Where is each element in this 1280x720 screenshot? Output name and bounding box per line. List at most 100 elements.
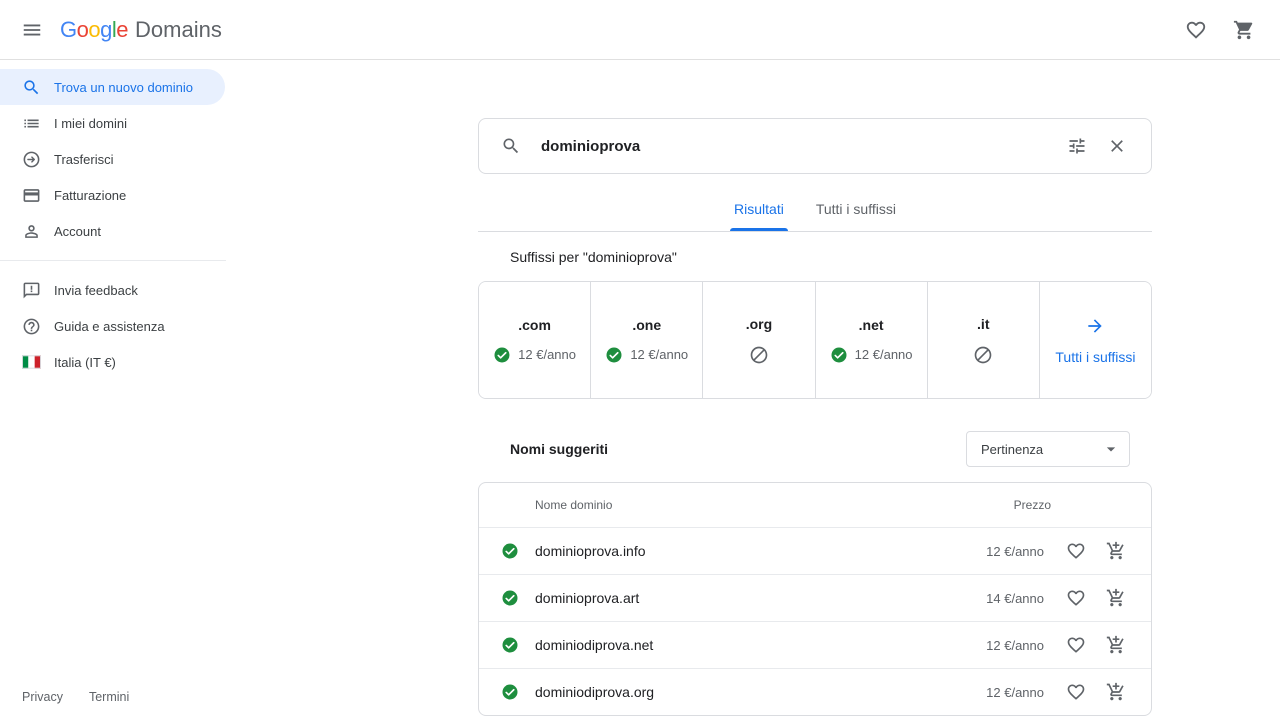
heart-icon — [1066, 588, 1086, 608]
available-check-icon — [501, 589, 519, 607]
table-row[interactable]: dominioprova.info 12 €/anno — [479, 527, 1151, 574]
favorite-domain-button[interactable] — [1056, 672, 1096, 712]
add-cart-icon — [1106, 588, 1126, 608]
domain-name: dominiodiprova.net — [535, 637, 986, 653]
tld-label: .org — [746, 316, 772, 332]
available-check-icon — [501, 636, 519, 654]
privacy-link[interactable]: Privacy — [22, 690, 63, 704]
results-tabs: Risultati Tutti i suffissi — [478, 174, 1152, 232]
sidebar: Trova un nuovo dominio I miei domini Tra… — [0, 60, 226, 720]
domain-price: 12 €/anno — [986, 544, 1044, 559]
logo-letter: e — [116, 17, 128, 43]
sidebar-item-my-domains[interactable]: I miei domini — [0, 105, 225, 141]
add-cart-icon — [1106, 682, 1126, 702]
add-cart-icon — [1106, 635, 1126, 655]
available-check-icon — [830, 346, 848, 364]
sidebar-item-label: Fatturazione — [54, 188, 126, 203]
heart-icon — [1185, 19, 1207, 41]
google-domains-logo[interactable]: G o o g l e Domains — [60, 17, 222, 43]
transfer-icon — [22, 150, 41, 169]
add-cart-icon — [1106, 541, 1126, 561]
tld-label: .com — [518, 317, 551, 333]
table-header: Nome dominio Prezzo — [479, 483, 1151, 527]
tld-label: .one — [632, 317, 661, 333]
add-to-cart-button[interactable] — [1096, 672, 1136, 712]
sidebar-item-help[interactable]: Guida e assistenza — [0, 308, 225, 344]
suffix-card-net[interactable]: .net 12 €/anno — [816, 282, 928, 398]
add-to-cart-button[interactable] — [1096, 531, 1136, 571]
main-content: Risultati Tutti i suffissi Suffissi per … — [478, 60, 1152, 716]
column-header-price: Prezzo — [1014, 498, 1051, 512]
search-input[interactable] — [541, 138, 1057, 155]
suggested-domains-table: Nome dominio Prezzo dominioprova.info 12… — [478, 482, 1152, 716]
unavailable-icon — [749, 345, 769, 365]
suffix-cards: .com 12 €/anno .one 12 €/anno .org .net … — [478, 281, 1152, 399]
heart-icon — [1066, 541, 1086, 561]
logo-letter: o — [77, 17, 89, 43]
available-check-icon — [493, 346, 511, 364]
sidebar-item-send-feedback[interactable]: Invia feedback — [0, 272, 225, 308]
add-to-cart-button[interactable] — [1096, 625, 1136, 665]
sidebar-item-locale[interactable]: Italia (IT €) — [0, 344, 225, 380]
unavailable-icon — [973, 345, 993, 365]
sort-selected-value: Pertinenza — [981, 442, 1043, 457]
table-row[interactable]: dominioprova.art 14 €/anno — [479, 574, 1151, 621]
sidebar-item-label: Account — [54, 224, 101, 239]
heart-icon — [1066, 635, 1086, 655]
sidebar-divider — [0, 260, 226, 261]
close-icon — [1107, 136, 1127, 156]
sidebar-item-label: Trova un nuovo dominio — [54, 80, 193, 95]
available-check-icon — [501, 542, 519, 560]
arrow-forward-icon — [1085, 316, 1105, 336]
all-suffixes-link[interactable]: Tutti i suffissi — [1040, 282, 1151, 398]
sidebar-footer: Privacy Termini — [22, 690, 129, 704]
person-icon — [22, 222, 41, 241]
search-icon — [22, 78, 41, 97]
tab-results[interactable]: Risultati — [718, 187, 800, 231]
feedback-icon — [22, 281, 41, 300]
suffix-card-it[interactable]: .it — [928, 282, 1040, 398]
favorite-domain-button[interactable] — [1056, 578, 1096, 618]
clear-search-button[interactable] — [1097, 126, 1137, 166]
available-check-icon — [501, 683, 519, 701]
tld-label: .net — [859, 317, 884, 333]
suggestions-heading: Nomi suggeriti — [510, 441, 608, 457]
cart-button[interactable] — [1224, 10, 1264, 50]
logo-letter: o — [88, 17, 100, 43]
sidebar-item-label: Trasferisci — [54, 152, 113, 167]
suffix-card-com[interactable]: .com 12 €/anno — [479, 282, 591, 398]
terms-link[interactable]: Termini — [89, 690, 129, 704]
list-icon — [22, 114, 41, 133]
tab-all-suffixes[interactable]: Tutti i suffissi — [800, 187, 912, 231]
suffix-card-org[interactable]: .org — [703, 282, 815, 398]
tld-price: 12 €/anno — [630, 347, 688, 362]
suggestions-header: Nomi suggeriti Pertinenza — [478, 431, 1152, 467]
tld-price: 12 €/anno — [855, 347, 913, 362]
domain-search-box — [478, 118, 1152, 174]
tld-label: .it — [977, 316, 989, 332]
filter-button[interactable] — [1057, 126, 1097, 166]
sort-dropdown[interactable]: Pertinenza — [966, 431, 1130, 467]
menu-button[interactable] — [12, 10, 52, 50]
add-to-cart-button[interactable] — [1096, 578, 1136, 618]
logo-letter: g — [100, 17, 112, 43]
domain-price: 14 €/anno — [986, 591, 1044, 606]
table-row[interactable]: dominiodiprova.org 12 €/anno — [479, 668, 1151, 715]
favorites-button[interactable] — [1176, 10, 1216, 50]
sidebar-item-billing[interactable]: Fatturazione — [0, 177, 225, 213]
domain-name: dominioprova.art — [535, 590, 986, 606]
sidebar-item-transfer[interactable]: Trasferisci — [0, 141, 225, 177]
table-row[interactable]: dominiodiprova.net 12 €/anno — [479, 621, 1151, 668]
italy-flag-icon — [22, 355, 41, 369]
hamburger-icon — [21, 19, 43, 41]
suffix-card-one[interactable]: .one 12 €/anno — [591, 282, 703, 398]
favorite-domain-button[interactable] — [1056, 625, 1096, 665]
sidebar-item-label: Invia feedback — [54, 283, 138, 298]
sidebar-item-find-domain[interactable]: Trova un nuovo dominio — [0, 69, 225, 105]
domain-name: dominioprova.info — [535, 543, 986, 559]
sidebar-item-label: Guida e assistenza — [54, 319, 165, 334]
column-header-domain: Nome dominio — [535, 498, 612, 512]
favorite-domain-button[interactable] — [1056, 531, 1096, 571]
tune-icon — [1067, 136, 1087, 156]
sidebar-item-account[interactable]: Account — [0, 213, 225, 249]
